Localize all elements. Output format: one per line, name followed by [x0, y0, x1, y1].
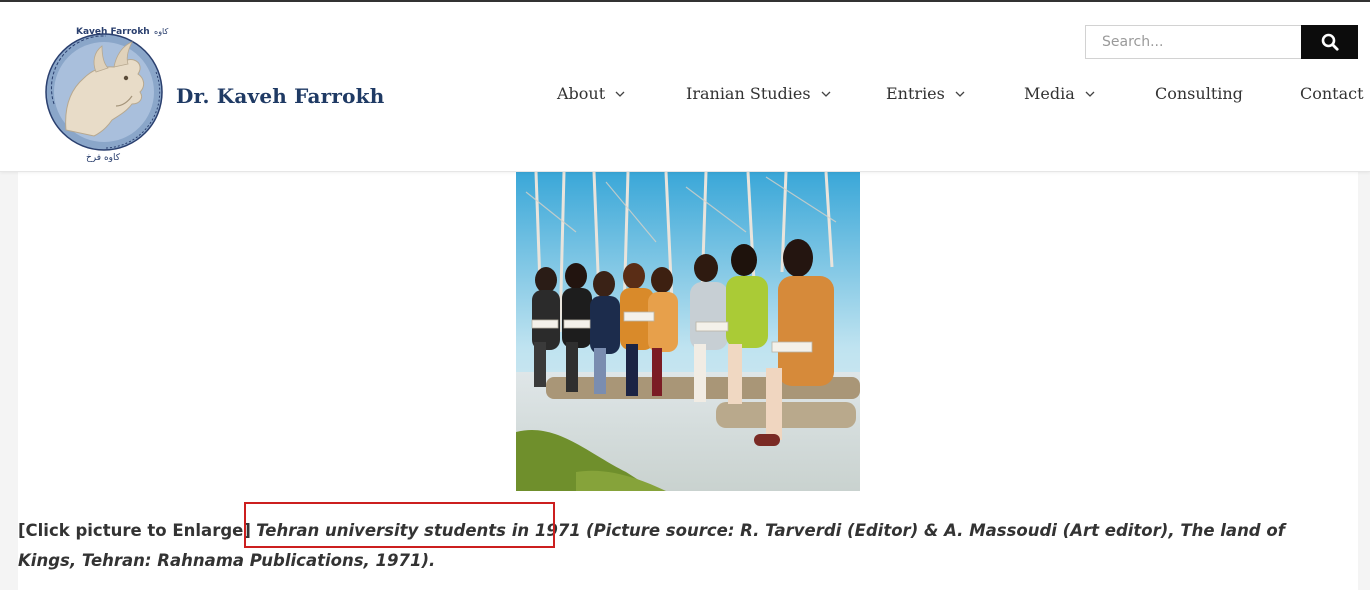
nav-item-media[interactable]: Media: [1024, 84, 1095, 103]
nav-item-iranian-studies[interactable]: Iranian Studies: [686, 84, 831, 103]
nav-item-about[interactable]: About: [557, 84, 625, 103]
nav-item-consulting[interactable]: Consulting: [1155, 84, 1243, 103]
site-header: Kaveh Farrokh کاوه فرخ کاوه Dr. Kaveh Fa…: [0, 2, 1370, 172]
nav-item-label: Consulting: [1155, 84, 1243, 103]
main-nav: About Iranian Studies Entries Media Cons…: [0, 84, 1370, 108]
svg-text:کاوه: کاوه: [154, 27, 168, 36]
nav-item-label: Iranian Studies: [686, 84, 811, 103]
students-photo-image: [516, 172, 860, 491]
nav-item-label: About: [557, 84, 606, 103]
chevron-down-icon: [615, 91, 625, 97]
chevron-down-icon: [955, 91, 965, 97]
svg-text:کاوه فرخ: کاوه فرخ: [86, 153, 121, 162]
photo-caption: [Click picture to Enlarge] Tehran univer…: [18, 516, 1338, 576]
nav-item-label: Contact: [1300, 84, 1364, 103]
chevron-down-icon: [821, 91, 831, 97]
nav-item-entries[interactable]: Entries: [886, 84, 965, 103]
nav-item-contact[interactable]: Contact: [1300, 84, 1364, 103]
caption-title: Tehran university students in 1971: [256, 521, 581, 540]
search-icon: [1321, 33, 1339, 51]
article-content: [Click picture to Enlarge] Tehran univer…: [18, 172, 1358, 590]
search-input[interactable]: [1085, 25, 1301, 59]
article-photo[interactable]: [516, 172, 860, 491]
nav-item-label: Entries: [886, 84, 945, 103]
page-gutter-right: [1358, 172, 1370, 590]
nav-item-label: Media: [1024, 84, 1075, 103]
svg-text:Kaveh Farrokh: Kaveh Farrokh: [76, 27, 150, 37]
caption-enlarge-note: [Click picture to Enlarge]: [18, 521, 251, 540]
chevron-down-icon: [1085, 91, 1095, 97]
search-form: [1085, 25, 1358, 59]
page-gutter-left: [0, 172, 18, 590]
search-button[interactable]: [1301, 25, 1358, 59]
